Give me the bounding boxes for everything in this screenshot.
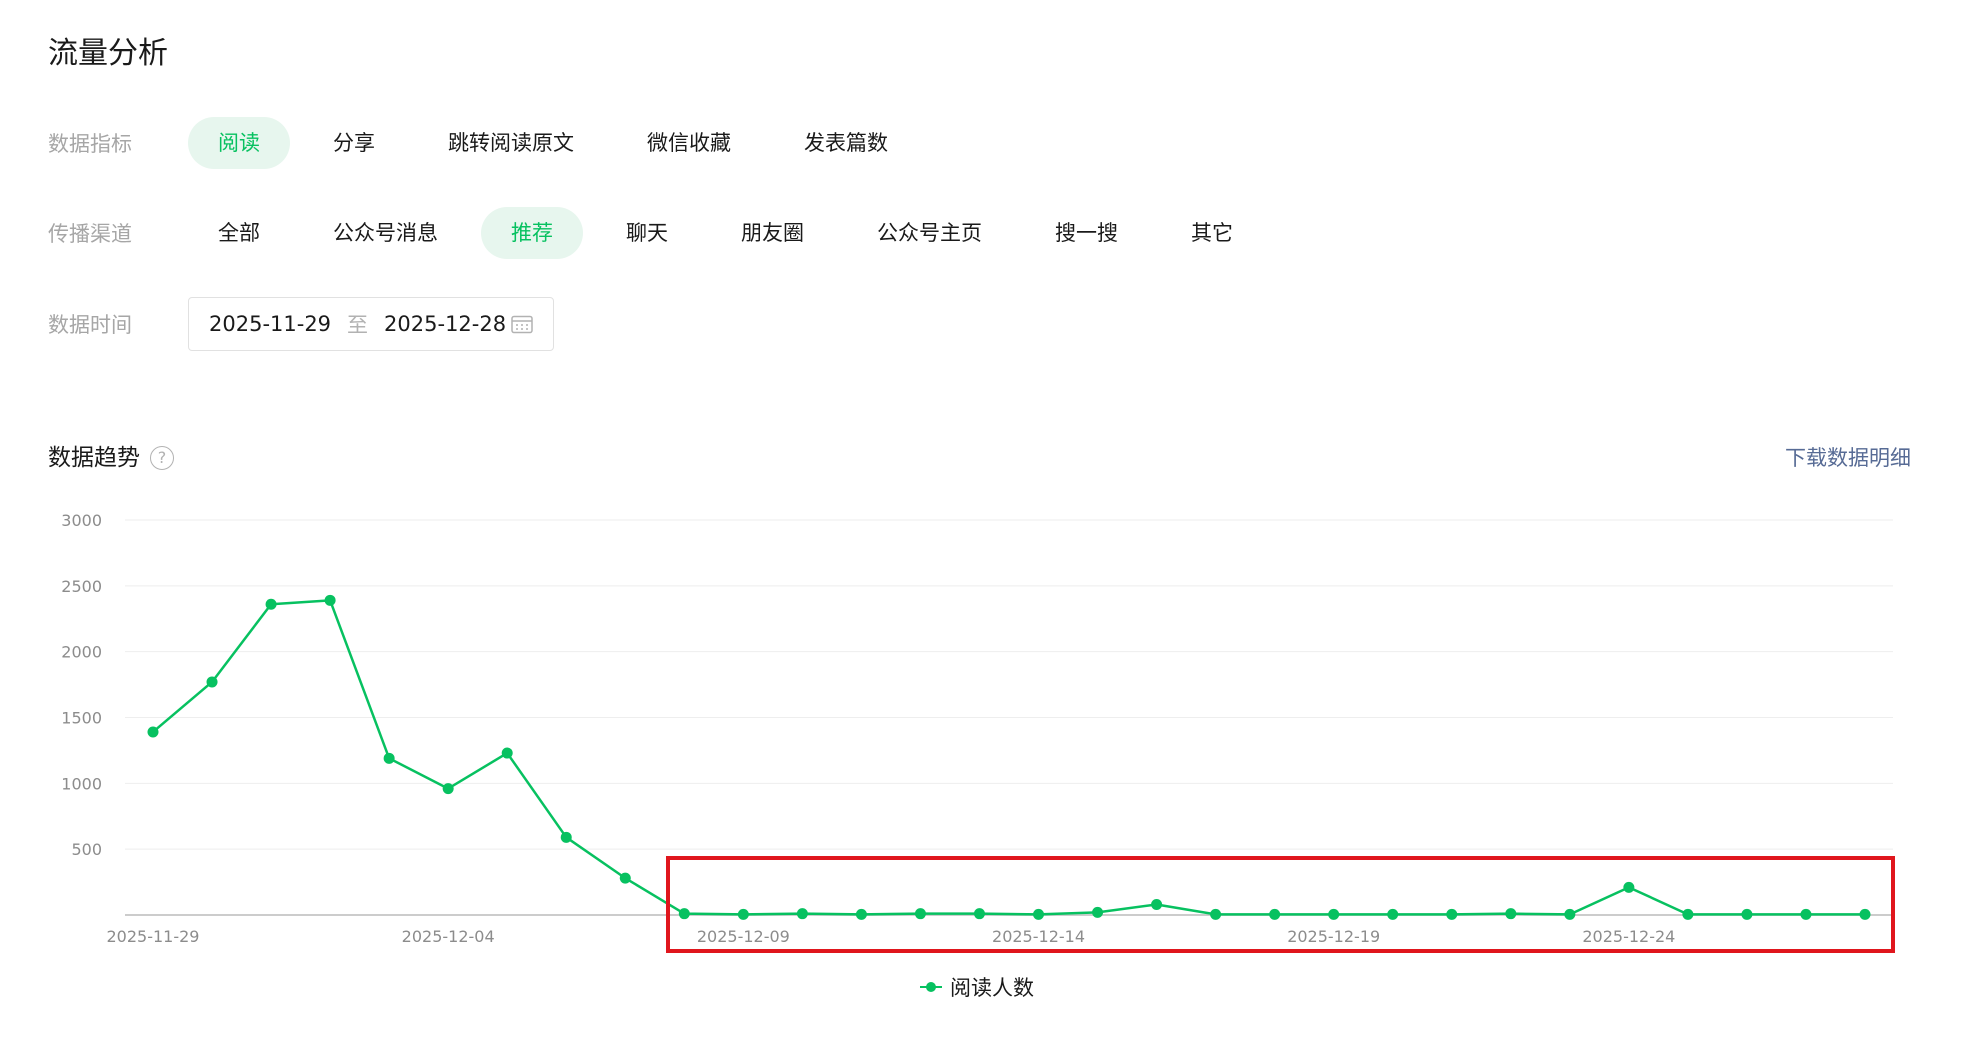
trend-section-title: 数据趋势 ? (48, 438, 174, 478)
data-point (147, 726, 159, 738)
data-point (1800, 908, 1812, 920)
data-point (1564, 908, 1576, 920)
metric-filter-row: 数据指标 阅读 分享 跳转阅读原文 微信收藏 发表篇数 (48, 117, 931, 169)
metric-option-read[interactable]: 阅读 (188, 117, 290, 169)
metric-option-publish-count[interactable]: 发表篇数 (774, 117, 918, 169)
data-point (973, 908, 985, 920)
x-tick-label: 2025-12-19 (1287, 927, 1380, 946)
date-start[interactable]: 2025-11-29 (209, 312, 331, 336)
channel-option-search[interactable]: 搜一搜 (1025, 207, 1148, 259)
legend-label: 阅读人数 (950, 976, 1034, 1000)
data-point (796, 908, 808, 920)
y-tick-label: 1500 (61, 709, 102, 728)
y-tick-label: 2500 (61, 577, 102, 596)
data-point (560, 831, 572, 843)
chart-legend[interactable]: 阅读人数 (920, 972, 1034, 1002)
data-point (737, 908, 749, 920)
download-details-link[interactable]: 下载数据明细 (1785, 438, 1911, 478)
series-line (152, 599, 1865, 916)
date-filter-row: 数据时间 2025-11-29 至 2025-12-28 (48, 296, 554, 352)
metric-filter-label: 数据指标 (48, 132, 132, 156)
trend-title: 数据趋势 (48, 445, 140, 471)
x-tick-label: 2025-12-04 (402, 927, 495, 946)
data-point (1269, 908, 1281, 920)
channel-option-other[interactable]: 其它 (1161, 207, 1263, 259)
channel-option-moments[interactable]: 朋友圈 (711, 207, 834, 259)
channel-option-account-home[interactable]: 公众号主页 (847, 207, 1012, 259)
metric-option-share[interactable]: 分享 (303, 117, 405, 169)
data-point (1387, 908, 1399, 920)
data-point (1151, 898, 1163, 910)
data-point (442, 783, 454, 795)
channel-filter-row: 传播渠道 全部 公众号消息 推荐 聊天 朋友圈 公众号主页 搜一搜 其它 (48, 207, 1276, 259)
data-point (914, 908, 926, 920)
y-tick-label: 3000 (61, 511, 102, 530)
data-point (383, 752, 395, 764)
y-tick-label: 1000 (61, 774, 102, 793)
channel-option-recommend[interactable]: 推荐 (481, 207, 583, 259)
data-point (206, 676, 218, 688)
data-point (1623, 881, 1635, 893)
data-point (1328, 908, 1340, 920)
data-point (619, 872, 631, 884)
data-point (1741, 908, 1753, 920)
data-point (678, 908, 690, 920)
data-point (1092, 906, 1104, 918)
y-tick-label: 2000 (61, 643, 102, 662)
y-tick-label: 500 (71, 840, 102, 859)
channel-filter-label: 传播渠道 (48, 222, 132, 246)
data-point (501, 747, 513, 759)
legend-marker-icon (920, 980, 942, 994)
date-range-picker[interactable]: 2025-11-29 至 2025-12-28 (188, 297, 554, 351)
x-tick-label: 2025-12-24 (1582, 927, 1675, 946)
channel-option-chat[interactable]: 聊天 (596, 207, 698, 259)
trend-chart: 500 1000 1500 2000 2500 3000 2025-11-29 2025-12… (61, 511, 1893, 946)
x-tick-label: 2025-11-29 (107, 927, 200, 946)
date-separator: 至 (347, 313, 369, 337)
date-end[interactable]: 2025-12-28 (384, 312, 506, 336)
data-point (1446, 908, 1458, 920)
data-point (1033, 908, 1045, 920)
help-icon[interactable]: ? (150, 446, 174, 470)
channel-option-account-message[interactable]: 公众号消息 (303, 207, 468, 259)
data-point (1682, 908, 1694, 920)
data-point (1505, 908, 1517, 920)
channel-option-all[interactable]: 全部 (188, 207, 290, 259)
page-title: 流量分析 (48, 36, 168, 71)
x-tick-label: 2025-12-14 (992, 927, 1085, 946)
date-filter-label: 数据时间 (48, 313, 132, 337)
data-point (265, 598, 277, 610)
data-point (1859, 908, 1871, 920)
data-point (324, 594, 336, 606)
metric-option-read-original[interactable]: 跳转阅读原文 (418, 117, 604, 169)
metric-option-wechat-favorite[interactable]: 微信收藏 (617, 117, 761, 169)
data-point (1210, 908, 1222, 920)
calendar-icon[interactable] (511, 314, 533, 334)
data-point (855, 908, 867, 920)
x-tick-label: 2025-12-09 (697, 927, 790, 946)
